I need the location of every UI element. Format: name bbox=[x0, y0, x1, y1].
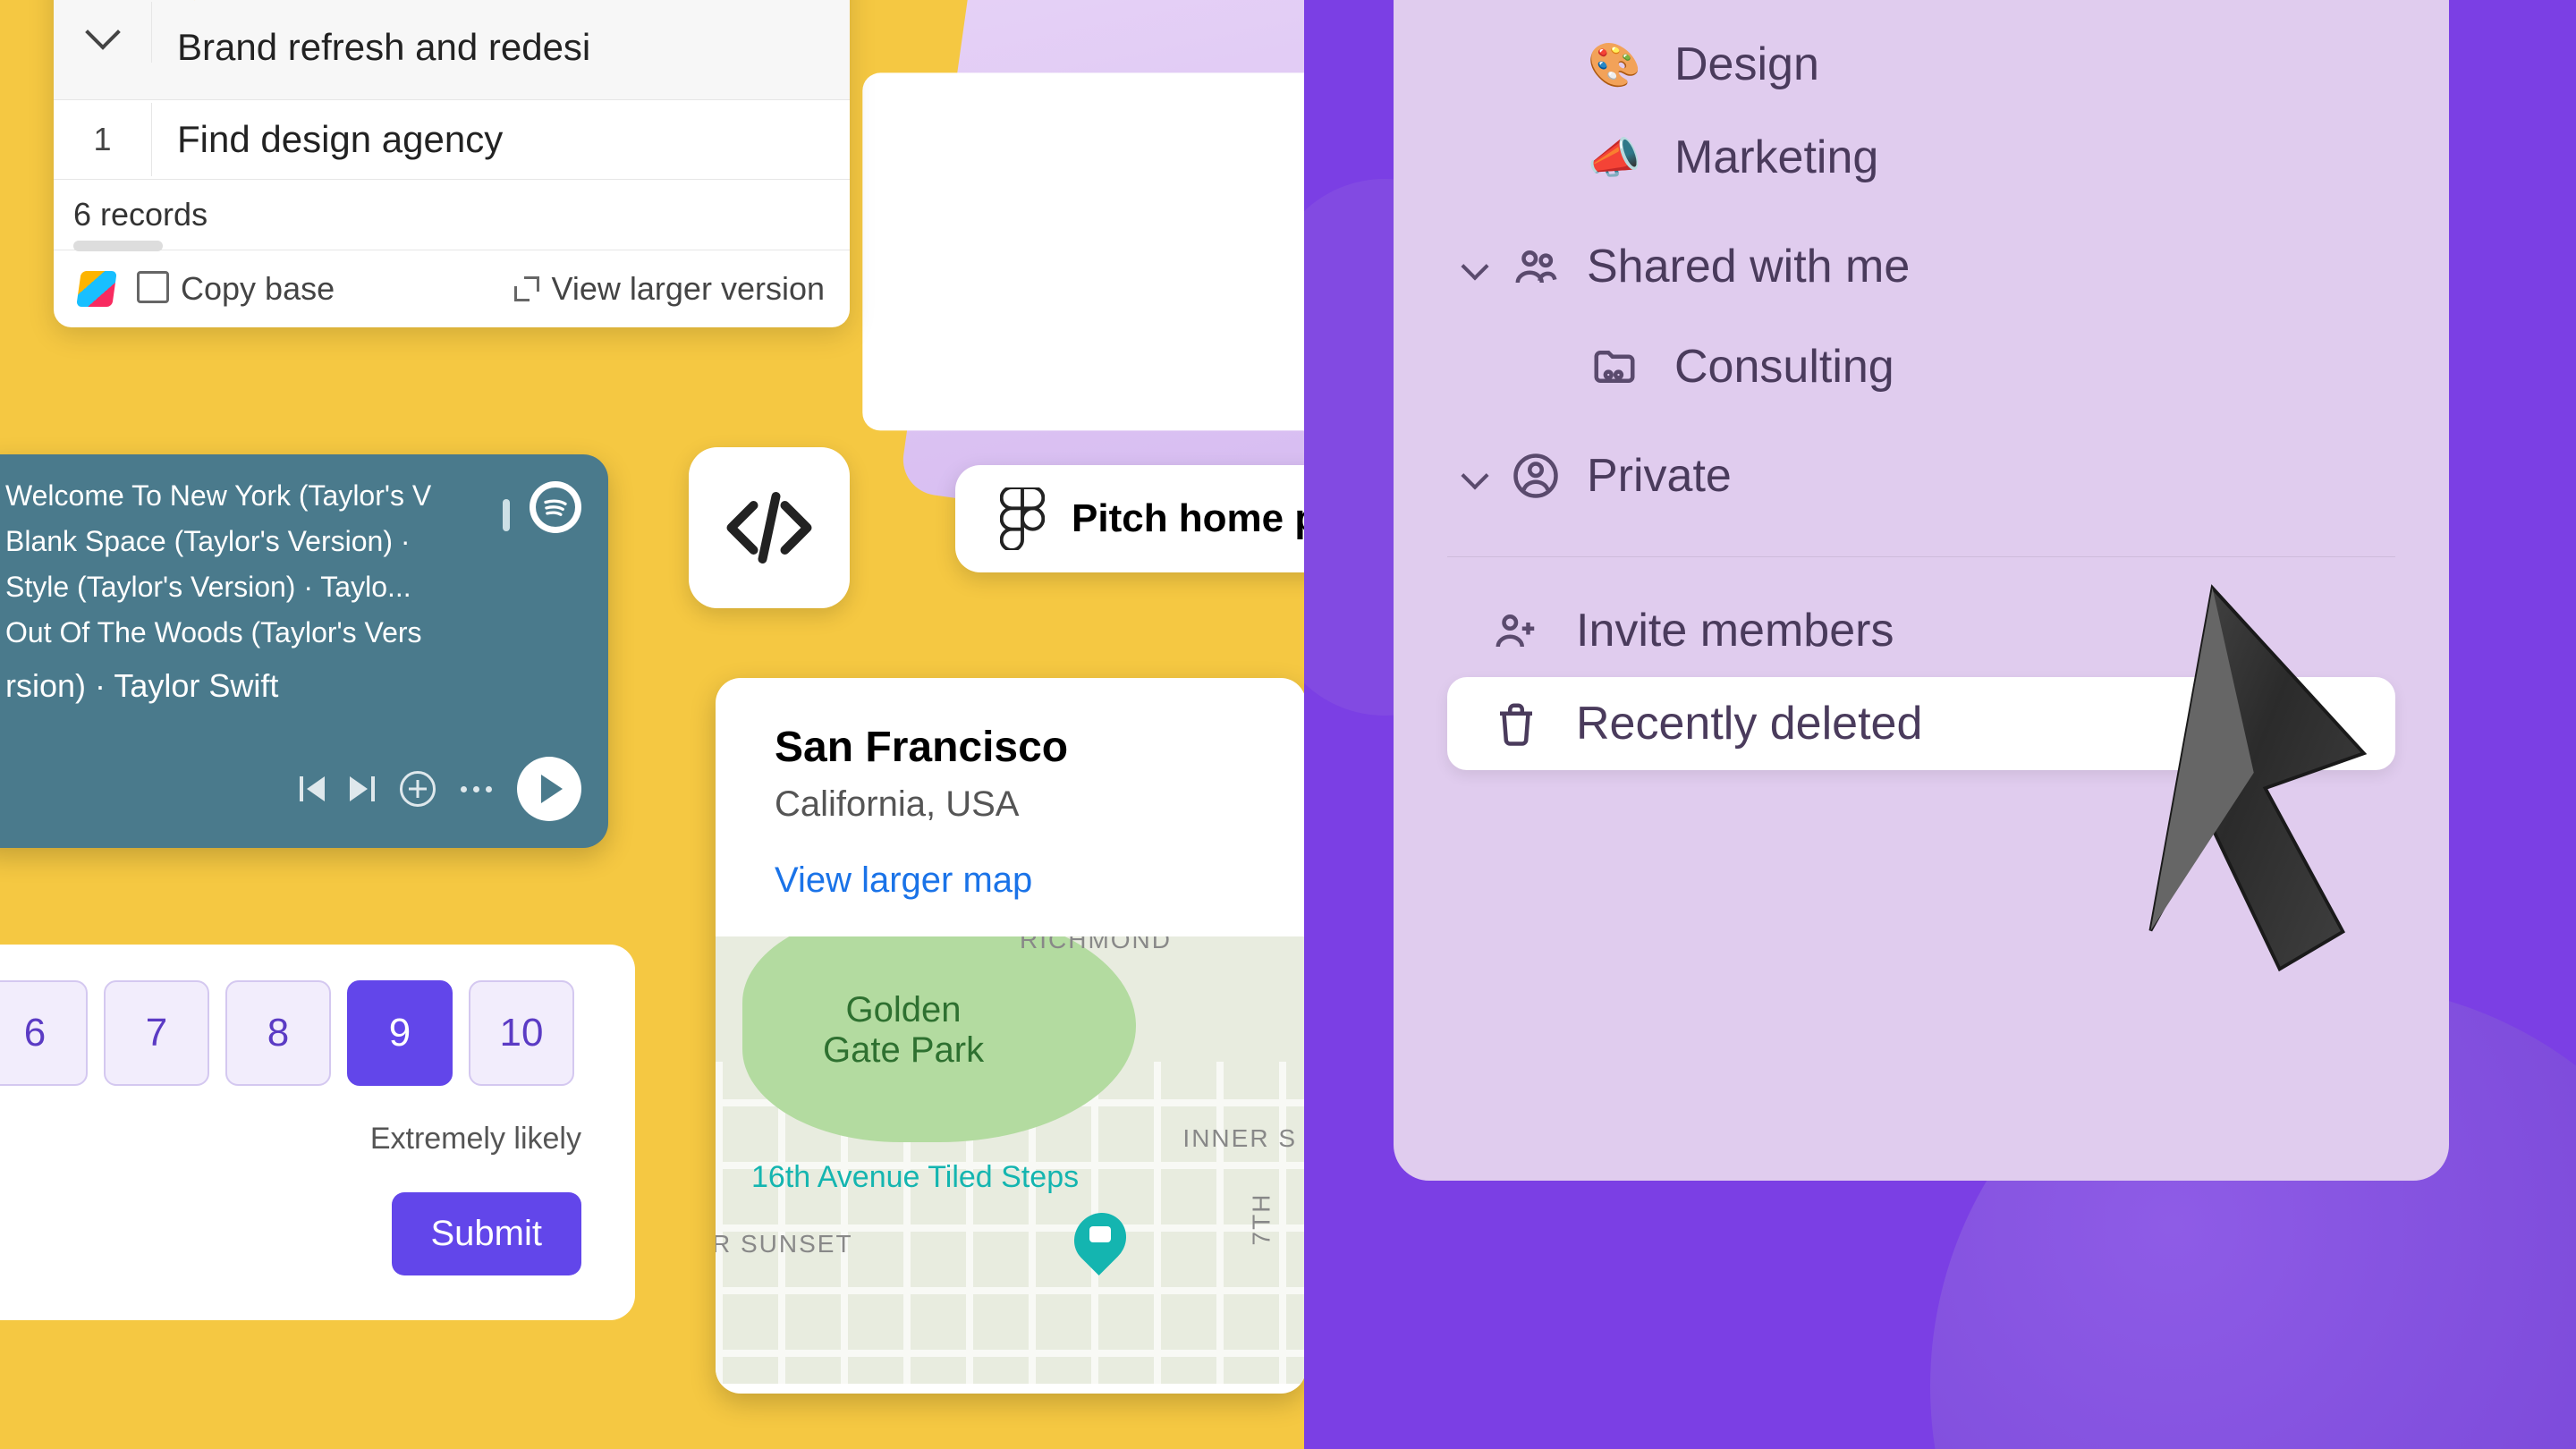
previous-track-button[interactable] bbox=[300, 776, 325, 801]
left-collage-panel: ✨ PROJECTS Brand refresh and redesi 1 Fi… bbox=[0, 0, 1304, 1449]
sidebar-item-design[interactable]: 🎨 Design bbox=[1447, 18, 2395, 111]
district-label-sunset: R SUNSET bbox=[716, 1230, 853, 1258]
airtable-embed-card: ✨ PROJECTS Brand refresh and redesi 1 Fi… bbox=[54, 0, 850, 327]
records-count: 6 records bbox=[54, 180, 850, 250]
expand-icon bbox=[514, 276, 539, 301]
invite-members-icon bbox=[1492, 606, 1540, 655]
expand-row-toggle[interactable] bbox=[54, 2, 152, 63]
emoji-icon: ✨ bbox=[177, 0, 208, 3]
sidebar-item-marketing[interactable]: 📣 Marketing bbox=[1447, 111, 2395, 204]
track-item[interactable]: Welcome To New York (Taylor's V bbox=[5, 479, 506, 513]
rating-option-6[interactable]: 6 bbox=[0, 980, 88, 1086]
airtable-logo-icon bbox=[79, 271, 114, 307]
airtable-data-row[interactable]: 1 Find design agency bbox=[54, 100, 850, 180]
chevron-down-icon bbox=[85, 14, 121, 50]
figma-link-label: Pitch home p bbox=[1072, 496, 1318, 541]
map-embed-card: San Francisco California, USA View large… bbox=[716, 678, 1306, 1394]
district-label-inner: INNER S bbox=[1182, 1124, 1297, 1153]
cursor-illustration bbox=[2011, 509, 2441, 1012]
sidebar-section-private[interactable]: Private bbox=[1447, 413, 2395, 530]
track-item[interactable]: Out Of The Woods (Taylor's Vers bbox=[5, 616, 506, 649]
more-options-button[interactable] bbox=[461, 786, 492, 792]
map-title: San Francisco bbox=[775, 723, 1247, 772]
person-circle-icon bbox=[1512, 452, 1560, 500]
shared-folder-icon bbox=[1590, 343, 1639, 391]
spotify-player-card: Welcome To New York (Taylor's V Blank Sp… bbox=[0, 454, 608, 848]
nps-survey-card: 6 7 8 9 10 Extremely likely Submit bbox=[0, 945, 635, 1320]
chevron-down-icon bbox=[1461, 462, 1488, 489]
next-track-button[interactable] bbox=[350, 776, 375, 801]
player-controls bbox=[300, 757, 581, 821]
row-number: 1 bbox=[54, 103, 152, 176]
rating-option-9[interactable]: 9 bbox=[347, 980, 453, 1086]
park-label: Golden Gate Park bbox=[823, 990, 984, 1071]
sidebar-item-consulting[interactable]: Consulting bbox=[1447, 320, 2395, 413]
play-button[interactable] bbox=[517, 757, 581, 821]
now-playing-indicator bbox=[503, 499, 510, 531]
view-larger-button[interactable]: View larger version bbox=[514, 270, 825, 308]
figma-link-card[interactable]: Pitch home p bbox=[955, 465, 1363, 572]
poi-label[interactable]: 16th Avenue Tiled Steps bbox=[751, 1160, 1079, 1195]
map-canvas[interactable]: Golden Gate Park RICHMOND INNER S R SUNS… bbox=[716, 936, 1306, 1384]
track-item[interactable]: Blank Space (Taylor's Version) · bbox=[5, 525, 506, 558]
trash-icon bbox=[1492, 699, 1540, 748]
megaphone-icon: 📣 bbox=[1590, 133, 1639, 182]
add-to-playlist-button[interactable] bbox=[400, 771, 436, 807]
track-item[interactable]: Style (Taylor's Version) · Taylo... bbox=[5, 571, 506, 604]
scale-label-high: Extremely likely bbox=[0, 1122, 599, 1157]
rating-options: 6 7 8 9 10 bbox=[0, 980, 599, 1086]
figma-icon bbox=[1000, 487, 1045, 550]
airtable-header-row: ✨ PROJECTS Brand refresh and redesi bbox=[54, 0, 850, 100]
palette-icon: 🎨 bbox=[1590, 40, 1639, 89]
submit-button[interactable]: Submit bbox=[392, 1192, 582, 1275]
airtable-footer: Copy base View larger version bbox=[54, 250, 850, 327]
rating-option-10[interactable]: 10 bbox=[469, 980, 574, 1086]
copy-base-button[interactable]: Copy base bbox=[141, 270, 335, 308]
view-larger-map-link[interactable]: View larger map bbox=[775, 860, 1247, 901]
people-icon bbox=[1512, 242, 1560, 291]
code-icon bbox=[716, 474, 823, 581]
district-label-richmond: RICHMOND bbox=[1020, 936, 1172, 954]
spotify-logo-icon bbox=[530, 481, 581, 533]
poi-pin-icon[interactable] bbox=[1073, 1214, 1127, 1276]
copy-icon bbox=[141, 275, 168, 302]
code-block-tile[interactable] bbox=[689, 447, 850, 608]
street-label-7th: 7th bbox=[1248, 1193, 1276, 1246]
sidebar-section-shared[interactable]: Shared with me bbox=[1447, 204, 2395, 320]
artist-line: rsion) · Taylor Swift bbox=[5, 667, 576, 705]
rating-option-7[interactable]: 7 bbox=[104, 980, 209, 1086]
map-subtitle: California, USA bbox=[775, 784, 1247, 825]
projects-header-label: ✨ PROJECTS bbox=[152, 0, 850, 3]
row-task-cell[interactable]: Find design agency bbox=[152, 100, 850, 179]
project-title-cell[interactable]: Brand refresh and redesi bbox=[152, 8, 850, 87]
rating-option-8[interactable]: 8 bbox=[225, 980, 331, 1086]
horizontal-scrollbar[interactable] bbox=[73, 241, 163, 251]
right-sidebar-panel: 🎨 Design 📣 Marketing Shared with me Cons… bbox=[1304, 0, 2576, 1449]
chevron-down-icon bbox=[1461, 252, 1488, 280]
